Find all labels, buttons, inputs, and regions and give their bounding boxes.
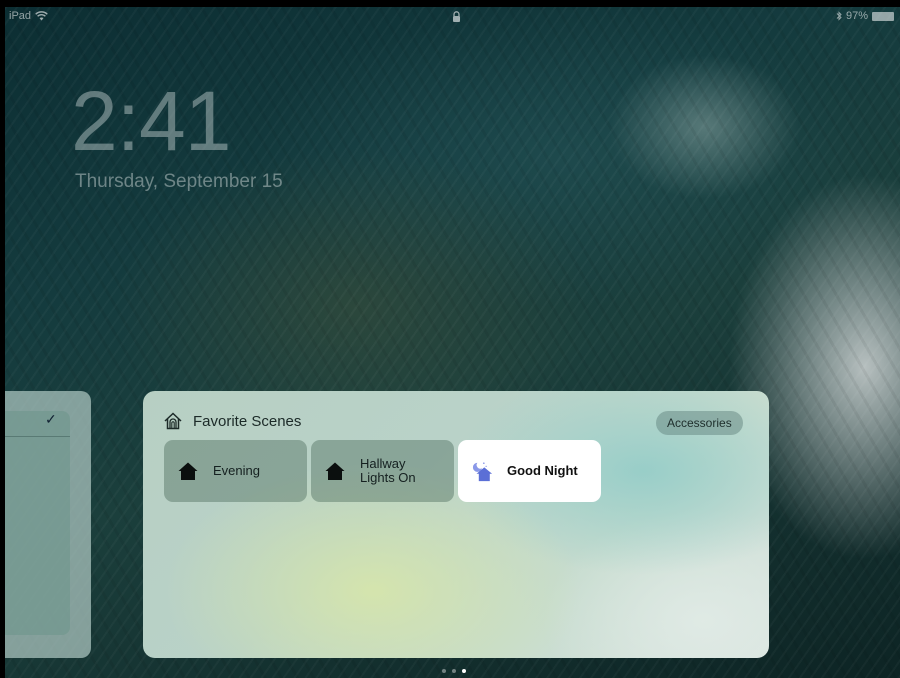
device-name: iPad	[9, 10, 32, 22]
lock-clock: 2:41	[71, 74, 231, 168]
battery-icon	[872, 11, 894, 21]
scene-good-night-button[interactable]: Good Night	[458, 440, 601, 502]
page-indicator[interactable]	[442, 669, 466, 673]
previous-widget[interactable]: ✓	[5, 391, 91, 658]
house-icon	[178, 462, 198, 480]
scene-hallway-lights-on-button[interactable]: Hallway Lights On	[311, 440, 454, 502]
house-icon	[325, 462, 345, 480]
page-dot-current	[462, 669, 466, 673]
divider	[5, 436, 70, 437]
page-dot	[452, 669, 456, 673]
scene-label: Evening	[213, 463, 260, 478]
home-app-icon	[164, 412, 182, 430]
widget-title: Favorite Scenes	[193, 412, 302, 430]
battery-percent: 97%	[845, 10, 868, 22]
status-bar: iPad 97%	[5, 7, 900, 27]
bluetooth-icon	[836, 11, 842, 21]
lock-date: Thursday, September 15	[75, 171, 283, 192]
lock-icon	[453, 11, 460, 22]
scene-evening-button[interactable]: Evening	[164, 440, 307, 502]
house-moon-icon	[472, 462, 493, 482]
favorite-scenes-widget: Favorite Scenes Accessories Evening Hall…	[143, 391, 769, 658]
previous-widget-list	[5, 411, 70, 635]
widget-header: Favorite Scenes	[163, 411, 301, 431]
accessories-button[interactable]: Accessories	[656, 411, 743, 435]
page-dot	[442, 669, 446, 673]
scene-label: Hallway Lights On	[360, 456, 416, 485]
scene-label: Good Night	[507, 463, 578, 478]
checkmark-icon: ✓	[45, 411, 57, 427]
wifi-icon	[35, 11, 48, 21]
lock-screen: iPad 97% 2:41 Thursday, September 15 ✓ F…	[5, 7, 900, 678]
